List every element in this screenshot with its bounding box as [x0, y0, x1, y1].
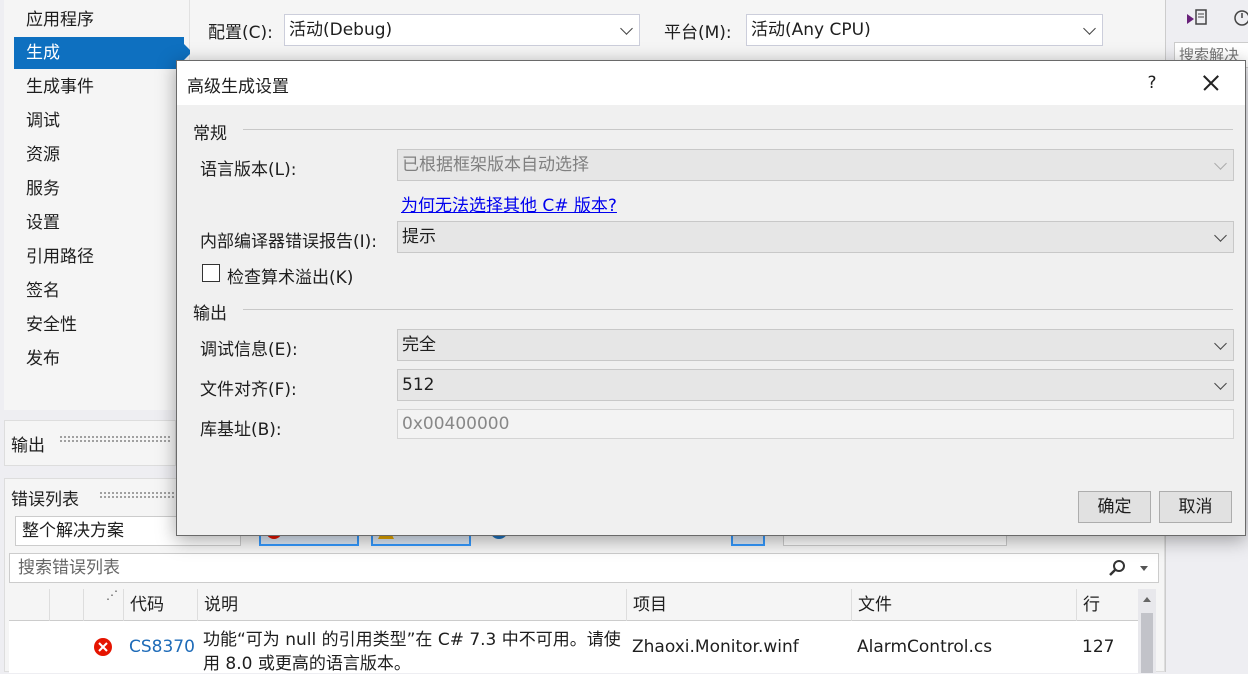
error-list-title: 错误列表 — [11, 490, 79, 510]
base-address-value: 0x00400000 — [402, 414, 510, 434]
general-section-header: 常规 — [193, 124, 227, 144]
config-bar: 配置(C): 活动(Debug) 平台(M): 活动(Any CPU) — [190, 0, 1165, 60]
window-grip[interactable] — [99, 491, 177, 499]
table-row[interactable]: CS8370 功能“可为 null 的引用类型”在 C# 7.3 中不可用。请使… — [9, 621, 1139, 674]
history-icon[interactable] — [1230, 6, 1248, 30]
output-window: 输出 — [4, 420, 176, 466]
platform-select[interactable]: 活动(Any CPU) — [746, 14, 1103, 46]
nav-item-build[interactable]: 生成 — [14, 37, 184, 69]
output-window-title: 输出 — [11, 436, 45, 456]
check-overflow-checkbox[interactable] — [202, 264, 220, 282]
ok-button[interactable]: 确定 — [1078, 491, 1151, 523]
config-select[interactable]: 活动(Debug) — [284, 14, 640, 46]
file-alignment-label: 文件对齐(F): — [200, 380, 297, 400]
nav-item-services[interactable]: 服务 — [14, 173, 184, 205]
error-line: 127 — [1082, 637, 1115, 657]
search-icon[interactable] — [1108, 559, 1126, 577]
filter-dots-icon: ⋰ — [106, 588, 118, 602]
file-alignment-select[interactable]: 512 — [397, 369, 1234, 401]
chevron-down-icon — [1083, 22, 1096, 35]
chevron-down-icon — [1214, 377, 1227, 390]
config-select-value: 活动(Debug) — [289, 20, 393, 40]
nav-item-reference-paths[interactable]: 引用路径 — [14, 241, 184, 273]
section-divider — [243, 129, 1233, 130]
lang-version-label: 语言版本(L): — [200, 160, 297, 180]
section-divider — [243, 309, 1233, 310]
error-file: AlarmControl.cs — [857, 637, 993, 657]
nav-item-resources[interactable]: 资源 — [14, 139, 184, 171]
compiler-report-label: 内部编译器错误报告(I): — [200, 232, 378, 252]
column-header-file[interactable]: 文件 — [851, 589, 1076, 621]
error-scope-value: 整个解决方案 — [22, 521, 124, 541]
base-address-field: 0x00400000 — [397, 409, 1234, 439]
nav-item-publish[interactable]: 发布 — [14, 343, 184, 375]
column-header-icon[interactable] — [49, 589, 83, 621]
column-header-description[interactable]: 说明 — [197, 589, 626, 621]
dropdown-arrow-icon[interactable] — [1140, 566, 1148, 571]
nav-item-signing[interactable]: 签名 — [14, 275, 184, 307]
lang-version-select: 已根据框架版本自动选择 — [397, 149, 1234, 181]
project-properties-nav: 应用程序 生成 生成事件 调试 资源 服务 设置 引用路径 签名 安全性 发布 — [4, 0, 192, 410]
advanced-build-settings-dialog: 高级生成设置 ? 常规 语言版本(L): 已根据框架版本自动选择 为何无法选择其… — [176, 60, 1246, 536]
help-button[interactable]: ? — [1132, 69, 1172, 97]
scroll-up-icon[interactable] — [1143, 597, 1151, 602]
dialog-titlebar: 高级生成设置 ? — [177, 61, 1245, 105]
chevron-down-icon — [1214, 337, 1227, 350]
compiler-report-select[interactable]: 提示 — [397, 221, 1234, 253]
chevron-down-icon — [620, 22, 633, 35]
nav-item-application[interactable]: 应用程序 — [14, 4, 184, 36]
debug-info-select[interactable]: 完全 — [397, 329, 1234, 361]
dialog-title: 高级生成设置 — [187, 77, 289, 97]
nav-item-security[interactable]: 安全性 — [14, 309, 184, 341]
close-icon[interactable] — [1187, 69, 1231, 97]
nav-item-build-events[interactable]: 生成事件 — [14, 71, 184, 103]
visual-studio-icon[interactable] — [1184, 6, 1210, 32]
nav-item-settings[interactable]: 设置 — [14, 207, 184, 239]
check-overflow-label[interactable]: 检查算术溢出(K) — [227, 263, 353, 288]
cancel-button[interactable]: 取消 — [1159, 491, 1232, 523]
column-header-code[interactable]: 代码 — [123, 589, 197, 621]
error-description-line2: 用 8.0 或更高的语言版本。 — [203, 654, 411, 674]
column-header-line[interactable]: 行 — [1076, 589, 1139, 621]
column-header-suppress[interactable]: ⋰ — [83, 588, 123, 621]
window-grip[interactable] — [59, 435, 171, 443]
debug-info-label: 调试信息(E): — [200, 340, 298, 360]
debug-info-value: 完全 — [402, 335, 436, 355]
chevron-down-icon — [1214, 157, 1227, 170]
scroll-thumb[interactable] — [1141, 613, 1153, 673]
chevron-down-icon — [1214, 229, 1227, 242]
config-label: 配置(C): — [208, 23, 273, 43]
error-table-header: ⋰ 代码 说明 项目 文件 行 — [9, 588, 1139, 621]
error-project: Zhaoxi.Monitor.winf — [632, 637, 799, 657]
error-search-input[interactable]: 搜索错误列表 — [9, 553, 1159, 583]
compiler-report-value: 提示 — [402, 227, 436, 247]
platform-select-value: 活动(Any CPU) — [751, 20, 871, 40]
why-cant-select-version-link[interactable]: 为何无法选择其他 C# 版本? — [401, 191, 617, 216]
file-alignment-value: 512 — [402, 375, 435, 395]
error-list-scrollbar[interactable] — [1138, 589, 1156, 673]
platform-label: 平台(M): — [664, 23, 732, 43]
error-code-link[interactable]: CS8370 — [129, 637, 195, 657]
error-description-line1: 功能“可为 null 的引用类型”在 C# 7.3 中不可用。请使 — [203, 630, 621, 650]
nav-item-debug[interactable]: 调试 — [14, 105, 184, 137]
lang-version-value: 已根据框架版本自动选择 — [402, 155, 589, 175]
output-section-header: 输出 — [193, 304, 227, 324]
error-icon — [94, 638, 112, 656]
column-header-project[interactable]: 项目 — [626, 589, 851, 621]
error-search-placeholder: 搜索错误列表 — [18, 558, 120, 578]
base-address-label: 库基址(B): — [200, 420, 282, 440]
